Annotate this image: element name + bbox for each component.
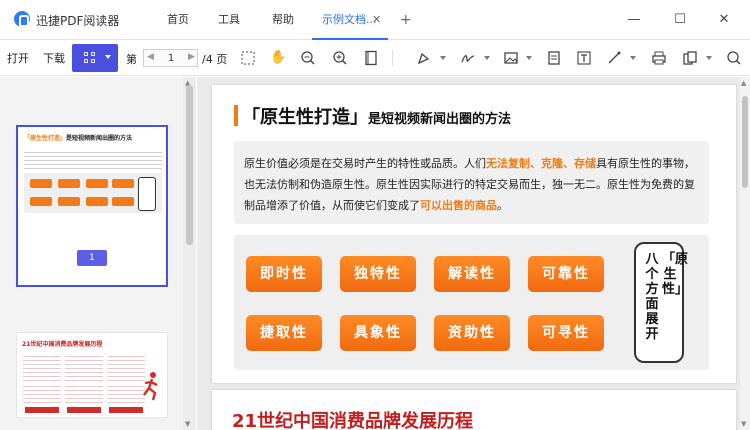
page-label: 第 — [126, 53, 137, 66]
page-number-badge: 1 — [77, 250, 107, 266]
grid-icon — [84, 52, 96, 64]
app-logo-icon — [14, 11, 30, 27]
page-total: /4 页 — [202, 53, 228, 66]
scroll-down-icon[interactable]: ▼ — [741, 420, 746, 428]
thumbnail-title-main: 「原生性打造」 — [24, 135, 67, 142]
paragraph-text: 。 — [497, 199, 508, 212]
highlight-pen-icon[interactable] — [416, 50, 432, 66]
document-view: 「原生性打造」 是短视频新闻出圈的方法 原生价值必须是在交易时产生的特性或品质。… — [197, 77, 750, 430]
thumbnail-text-lines — [24, 149, 162, 171]
print-icon[interactable] — [651, 50, 667, 66]
tab-help[interactable]: 帮助 — [266, 0, 300, 40]
download-button[interactable]: 下载 — [43, 50, 65, 66]
thumbnail-pill — [58, 197, 80, 206]
paragraph-highlight: 无法复制、克隆、存储 — [486, 157, 596, 170]
app-title: 迅捷PDF阅读器 — [36, 14, 120, 28]
search-icon[interactable] — [726, 50, 742, 66]
fit-page-icon[interactable] — [363, 50, 379, 66]
toolbar-divider — [392, 50, 393, 66]
scroll-up-icon[interactable]: ▲ — [741, 79, 746, 87]
paragraph-highlight: 可以出售的商品 — [420, 199, 497, 212]
title-bar: 迅捷PDF阅读器 首页 工具 帮助 示例文档... ✕ + — ☐ ✕ — [0, 0, 750, 40]
document-page-2: 21世纪中国消费品牌发展历程 — [212, 390, 736, 430]
page-subtitle: 是短视频新闻出圈的方法 — [368, 112, 512, 127]
chevron-down-icon[interactable] — [105, 55, 111, 59]
thumbnail-side-note — [138, 177, 156, 211]
feature-tag: 可寻性 — [528, 315, 604, 351]
thumbnail-pill — [30, 179, 52, 188]
scroll-down-icon[interactable]: ▼ — [185, 420, 190, 428]
note-icon[interactable] — [546, 50, 562, 66]
thumbnail-block — [107, 353, 145, 381]
sidebar-scroll-thumb[interactable] — [186, 85, 193, 245]
chevron-down-icon[interactable] — [484, 56, 490, 60]
zoom-out-icon[interactable] — [300, 50, 316, 66]
open-button[interactable]: 打开 — [7, 50, 29, 66]
next-page-icon[interactable]: ▶ — [188, 52, 195, 62]
new-tab-icon[interactable]: + — [400, 0, 412, 40]
image-icon[interactable] — [503, 50, 519, 66]
page-thumbnail-2[interactable]: 21世纪中国消费品牌发展历程 — [16, 332, 168, 418]
select-area-icon[interactable] — [240, 50, 256, 66]
page-number-input[interactable] — [158, 50, 184, 66]
thumbnail-title: 21世纪中国消费品牌发展历程 — [22, 341, 103, 348]
thumbnail-title-sub: 是短视频新闻出圈的方法 — [66, 135, 133, 142]
thumbnail-pill — [86, 197, 108, 206]
thumbnail-pill — [112, 197, 134, 206]
thumbnail-block — [65, 383, 103, 403]
chevron-down-icon[interactable] — [526, 56, 532, 60]
thumbnail-block — [65, 353, 103, 381]
signature-icon[interactable] — [460, 50, 476, 66]
intro-paragraph: 原生价值必须是在交易时产生的特性或品质。人们无法复制、克隆、存储具有原生性的事物… — [244, 153, 702, 216]
minimize-icon[interactable]: — — [622, 8, 646, 32]
tab-tools[interactable]: 工具 — [212, 0, 246, 40]
thumbnail-pill — [58, 179, 80, 188]
page-title: 「原生性打造」 — [242, 107, 368, 128]
side-note-col1: 「原生性」 — [662, 252, 689, 297]
runner-icon — [143, 372, 158, 401]
page2-title: 21世纪中国消费品牌发展历程 — [232, 411, 474, 430]
hand-icon[interactable]: ✋ — [270, 50, 286, 66]
thumbnail-bar — [25, 407, 59, 413]
zoom-in-icon[interactable] — [332, 50, 348, 66]
thumbnail-pill — [112, 179, 134, 188]
thumbnail-pill — [86, 179, 108, 188]
document-page-1: 「原生性打造」 是短视频新闻出圈的方法 原生价值必须是在交易时产生的特性或品质。… — [212, 85, 736, 383]
prev-page-icon[interactable]: ◀ — [147, 52, 154, 62]
feature-tag: 独特性 — [340, 256, 416, 292]
feature-tag: 资助性 — [434, 315, 510, 351]
thumbnail-block — [23, 353, 61, 381]
feature-tag: 解读性 — [434, 256, 510, 292]
thumbnail-sidebar: 「原生性打造」是短视频新闻出圈的方法 1 21世纪中国消费品牌发展历程 ▲ ▼ — [0, 77, 196, 430]
maximize-icon[interactable]: ☐ — [668, 8, 692, 32]
toolbar: 打开 下载 第 ◀ ▶ /4 页 ✋ — [0, 40, 750, 76]
chevron-down-icon[interactable] — [440, 56, 446, 60]
thumbnail-title: 「原生性打造」是短视频新闻出圈的方法 — [24, 133, 132, 142]
chevron-down-icon[interactable] — [630, 56, 636, 60]
feature-tag: 捷取性 — [246, 315, 322, 351]
tab-close-icon[interactable]: ✕ — [372, 0, 381, 40]
paragraph-text: 原生价值必须是在交易时产生的特性或品质。人们 — [244, 157, 486, 170]
document-scroll-thumb[interactable] — [742, 96, 748, 188]
thumbnail-block — [107, 383, 145, 403]
thumbnail-block — [23, 383, 61, 403]
feature-tag: 可靠性 — [528, 256, 604, 292]
thumbnail-bar — [67, 407, 101, 413]
line-tool-icon[interactable] — [606, 50, 622, 66]
thumbnail-view-button[interactable] — [72, 44, 118, 72]
tab-home[interactable]: 首页 — [158, 0, 198, 40]
feature-tag: 具象性 — [340, 315, 416, 351]
title-accent-bar — [234, 105, 238, 126]
close-window-icon[interactable]: ✕ — [712, 8, 736, 32]
feature-tag: 即时性 — [246, 256, 322, 292]
chevron-down-icon[interactable] — [706, 56, 712, 60]
side-note-col2: 八个方面展开 — [645, 252, 659, 342]
text-box-icon[interactable] — [576, 50, 592, 66]
intro-box: 原生价值必须是在交易时产生的特性或品质。人们无法复制、克隆、存储具有原生性的事物… — [234, 141, 709, 224]
page-navigator: ◀ ▶ — [143, 49, 198, 67]
side-note-box: 「原生性」 八个方面展开 — [634, 242, 689, 363]
copy-icon[interactable] — [682, 50, 698, 66]
thumbnail-pill — [30, 197, 52, 206]
thumbnail-bar — [109, 407, 143, 413]
